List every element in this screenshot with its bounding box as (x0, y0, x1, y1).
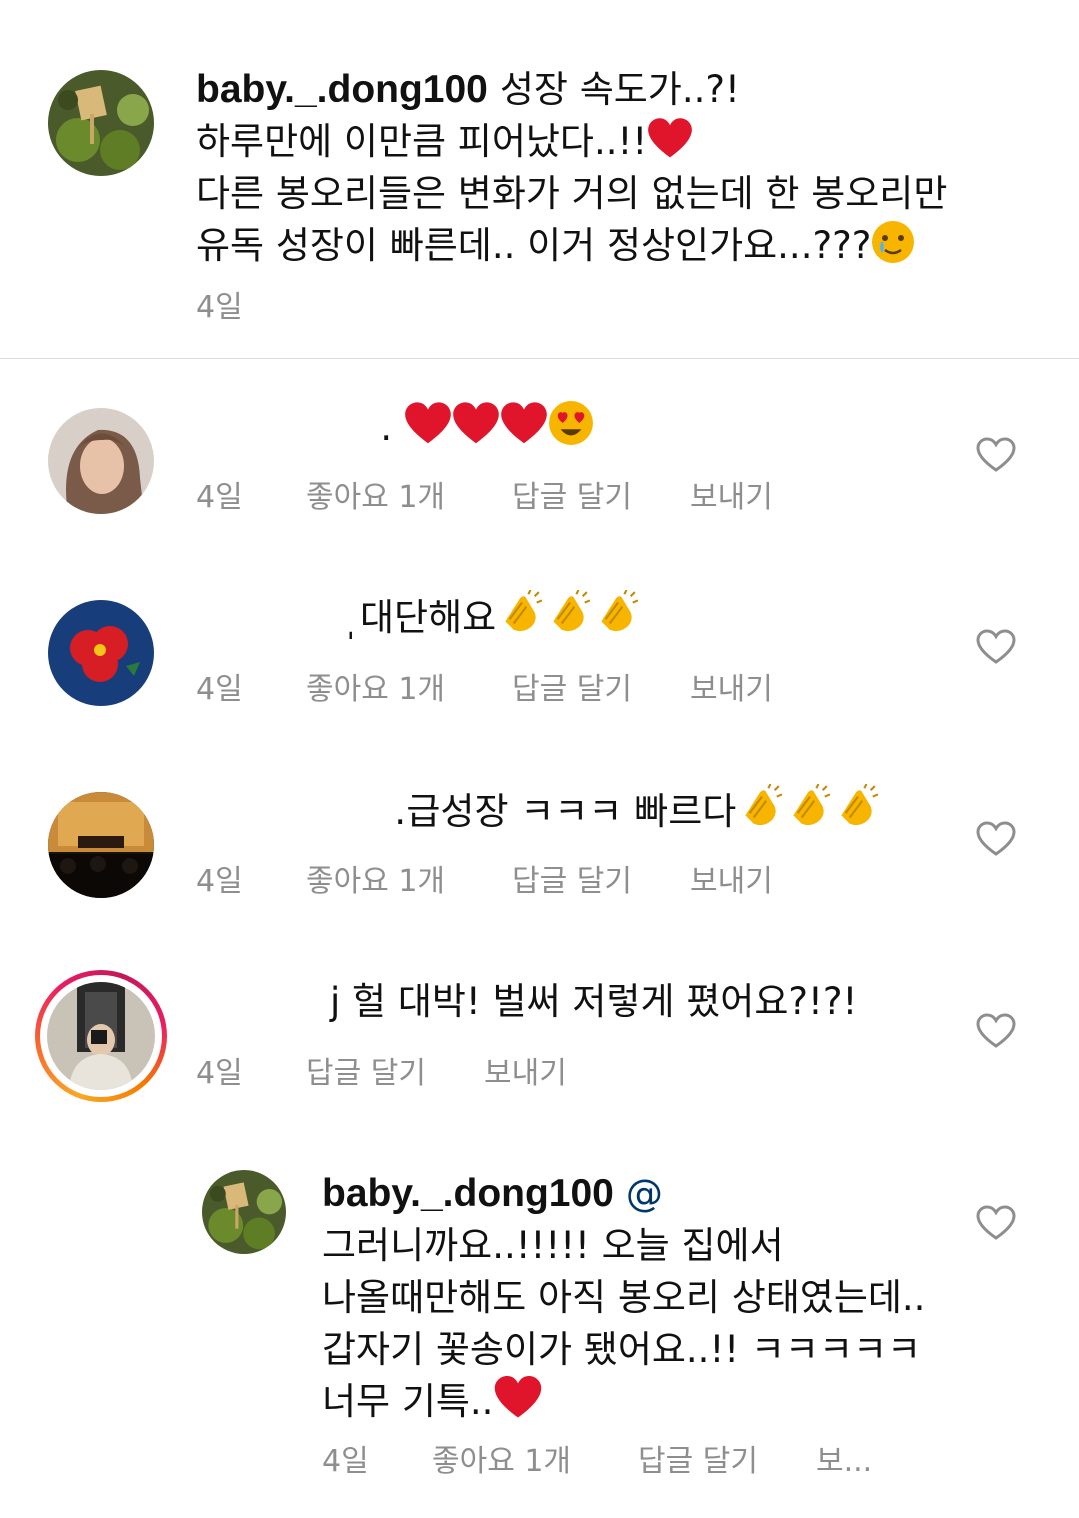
red-heart-emoji (501, 402, 547, 444)
clapping-hands-emoji (601, 590, 639, 632)
caption-time: 4일 (196, 290, 243, 325)
reply-line-3: 갑자기 꽃송이가 됐어요..!! ㅋㅋㅋㅋㅋ (322, 1328, 922, 1371)
red-heart-emoji (405, 402, 451, 444)
reply-line-1: 그러니까요..!!!!! 오늘 집에서 (322, 1224, 784, 1267)
reply-button[interactable]: 답글 달기 (512, 472, 632, 516)
red-heart-emoji (495, 1376, 542, 1418)
commenter-avatar[interactable] (47, 982, 155, 1090)
caption-line-1: 성장 속도가..?! (499, 68, 740, 111)
commenter-avatar[interactable] (48, 408, 154, 514)
red-heart-emoji (453, 402, 499, 444)
like-heart-outline-icon[interactable] (976, 629, 1016, 665)
reply-button[interactable]: 답글 달기 (512, 664, 632, 708)
clapping-hands-emoji (841, 784, 879, 826)
post-caption: baby._.dong100 성장 속도가..?! 하루만에 이만큼 피어났다..!… (196, 64, 1016, 272)
comment-time: 4일 (196, 864, 243, 899)
heart-eyes-emoji (549, 401, 594, 445)
comment-time: 4일 (196, 1056, 243, 1091)
send-button[interactable]: 보내기 (484, 1048, 567, 1092)
author-avatar[interactable] (48, 70, 154, 176)
send-button[interactable]: 보내기 (690, 664, 773, 708)
comment-time: 4일 (196, 672, 243, 707)
likes-count[interactable]: 좋아요 1개 (306, 472, 445, 516)
reply-line-4: 너무 기특.. (322, 1380, 494, 1423)
comment-text: j 헐 대박! 벌써 저렇게 폈어요?!?! (330, 980, 858, 1023)
crying-smile-emoji (872, 221, 915, 263)
clapping-hands-emoji (505, 590, 543, 632)
commenter-avatar[interactable] (48, 600, 154, 706)
reply-time: 4일 (322, 1444, 369, 1479)
like-heart-outline-icon[interactable] (976, 437, 1016, 473)
clapping-hands-emoji (553, 590, 591, 632)
comment-text: ̩대단해요 (360, 590, 640, 644)
reply-text: baby._.dong100 @ 그러니까요..!!!!! 오늘 집에서나올때만해도… (322, 1168, 982, 1428)
send-button[interactable]: 보... (816, 1436, 872, 1480)
divider (0, 358, 1079, 359)
author-username[interactable]: baby._.dong100 (196, 68, 488, 111)
like-heart-outline-icon[interactable] (976, 1205, 1016, 1241)
clapping-hands-emoji (793, 784, 831, 826)
caption-line-3: 다른 봉오리들은 변화가 거의 없는데 한 봉오리만 (196, 172, 948, 215)
story-ring[interactable] (35, 970, 167, 1102)
send-button[interactable]: 보내기 (690, 856, 773, 900)
caption-line-4: 유독 성장이 빠른데.. 이거 정상인가요...??? (196, 224, 872, 267)
clapping-hands-emoji (745, 784, 783, 826)
likes-count[interactable]: 좋아요 1개 (306, 664, 445, 708)
reply-button[interactable]: 답글 달기 (306, 1048, 426, 1092)
send-button[interactable]: 보내기 (690, 472, 773, 516)
reply-author-avatar[interactable] (202, 1170, 286, 1254)
reply-username[interactable]: baby._.dong100 (322, 1172, 614, 1215)
like-heart-outline-icon[interactable] (976, 821, 1016, 857)
comment-time: 4일 (196, 480, 243, 515)
red-heart-emoji (648, 118, 693, 158)
reply-mention[interactable]: @ (626, 1172, 663, 1215)
comment-text: ․ (380, 400, 594, 454)
reply-button[interactable]: 답글 달기 (638, 1436, 758, 1480)
comment-text: ․급성장 ㅋㅋㅋ 빠르다 (394, 784, 880, 838)
reply-line-2: 나올때만해도 아직 봉오리 상태였는데.. (322, 1276, 926, 1319)
likes-count[interactable]: 좋아요 1개 (432, 1436, 571, 1480)
like-heart-outline-icon[interactable] (976, 1013, 1016, 1049)
commenter-avatar[interactable] (48, 792, 154, 898)
caption-line-2: 하루만에 이만큼 피어났다..!! (196, 120, 648, 163)
likes-count[interactable]: 좋아요 1개 (306, 856, 445, 900)
reply-button[interactable]: 답글 달기 (512, 856, 632, 900)
